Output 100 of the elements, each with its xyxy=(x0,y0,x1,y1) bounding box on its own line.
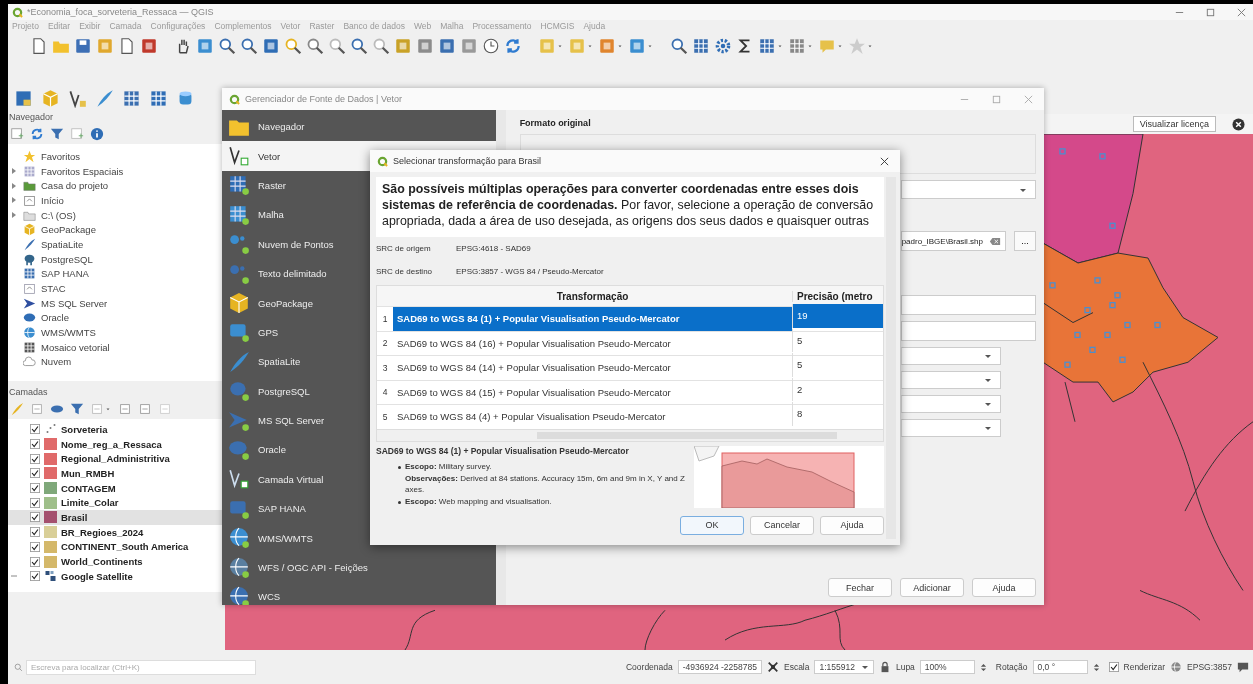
grid-icon[interactable] xyxy=(149,88,168,108)
browser-item[interactable]: PostgreSQL xyxy=(41,253,93,265)
browser-item[interactable]: GeoPackage xyxy=(41,224,96,236)
browser-item[interactable]: Favoritos Espaciais xyxy=(41,165,124,177)
locator-search-field[interactable]: Escreva para localizar (Ctrl+K) xyxy=(26,659,256,675)
layer-row[interactable]: Sorveteria xyxy=(8,422,225,437)
zoom-out-icon[interactable] xyxy=(240,37,258,55)
magnifier-icon[interactable] xyxy=(284,37,302,55)
browser-item[interactable]: SpatiaLite xyxy=(41,238,84,250)
table-row[interactable]: 2 SAD69 to WGS 84 (16) + Popular Visualisation Pseudo-Mercator 5 xyxy=(377,330,883,355)
info-icon[interactable] xyxy=(90,127,104,141)
table-row[interactable]: 3 SAD69 to WGS 84 (14) + Popular Visualisation Pseudo-Mercator 5 xyxy=(377,355,883,380)
layer-row[interactable]: Regional_Administritiva xyxy=(8,451,225,467)
expand-arrow-icon[interactable] xyxy=(10,211,18,220)
browser-item[interactable]: Oracle xyxy=(41,312,69,324)
layer-row[interactable]: CONTAGEM xyxy=(8,480,225,496)
dialog-button[interactable]: Adicionar xyxy=(900,578,964,597)
layer-checkbox[interactable] xyxy=(30,512,40,523)
text-field[interactable] xyxy=(900,295,1036,315)
browser-item[interactable]: WMS/WMTS xyxy=(41,327,96,339)
collapse-icon[interactable] xyxy=(70,127,84,141)
source-type-item[interactable]: WFS / OGC API - Feições xyxy=(222,552,496,583)
dropdown[interactable] xyxy=(900,419,1001,437)
vector-icon[interactable] xyxy=(68,88,87,108)
layer-checkbox[interactable] xyxy=(30,497,40,508)
layer-row[interactable]: BR_Regioes_2024 xyxy=(8,524,225,540)
scale-field[interactable]: 1:155912 xyxy=(814,660,874,674)
file-path-field[interactable]: padro_IBGE\Brasil.shp xyxy=(900,231,1006,251)
gear-icon[interactable] xyxy=(714,37,732,55)
report-icon[interactable] xyxy=(118,37,136,55)
layer-checkbox[interactable] xyxy=(30,527,40,538)
coordinate-field[interactable]: -4936924 -2258785 xyxy=(677,660,762,674)
table-row[interactable]: 4 SAD69 to WGS 84 (15) + Popular Visualisation Pseudo-Mercator 2 xyxy=(377,379,883,404)
magnifier-icon[interactable] xyxy=(350,37,368,55)
layer-row[interactable]: Limite_Colar xyxy=(8,495,225,511)
dropdown[interactable] xyxy=(900,180,1036,199)
layer-checkbox[interactable] xyxy=(30,483,40,494)
layer-row[interactable]: Mun_RMBH xyxy=(8,466,225,481)
source-type-item[interactable]: Navegador xyxy=(222,112,496,142)
table-icon[interactable] xyxy=(416,37,434,55)
layer-row[interactable]: World_Continents xyxy=(8,554,225,569)
expand-icon[interactable] xyxy=(118,402,132,416)
grid-icon[interactable] xyxy=(758,37,776,55)
close-icon[interactable] xyxy=(1232,117,1245,131)
spin-arrows-icon[interactable] xyxy=(979,661,987,673)
grid-icon[interactable] xyxy=(692,37,710,55)
browser-item[interactable]: Casa do projeto xyxy=(41,180,109,192)
dialog-button[interactable]: Ajuda xyxy=(972,578,1036,597)
speech-bubble-icon[interactable] xyxy=(1237,661,1249,673)
browser-item[interactable]: Início xyxy=(41,194,64,206)
magnifier-icon[interactable] xyxy=(328,37,346,55)
feather-icon[interactable] xyxy=(95,88,114,108)
refresh-icon[interactable] xyxy=(504,37,522,55)
column-header[interactable]: Transformação xyxy=(393,290,792,302)
layer-row[interactable]: Brasil xyxy=(8,510,225,525)
magnifier-field[interactable]: 100% xyxy=(919,660,975,674)
layer-checkbox[interactable] xyxy=(30,556,40,567)
star-icon[interactable] xyxy=(848,37,866,55)
render-checkbox[interactable] xyxy=(1108,662,1119,672)
add-icon[interactable] xyxy=(10,127,24,141)
browser-item[interactable]: STAC xyxy=(41,283,66,295)
document-icon[interactable] xyxy=(30,37,48,55)
magnifier-icon[interactable] xyxy=(306,37,324,55)
clear-icon[interactable] xyxy=(989,236,1001,246)
layer-checkbox[interactable] xyxy=(30,571,40,582)
crs-label[interactable]: EPSG:3857 xyxy=(1187,662,1232,672)
stack-icon[interactable] xyxy=(30,402,44,416)
refresh-icon[interactable] xyxy=(30,127,44,141)
extents-icon[interactable] xyxy=(766,661,779,673)
expand-arrow-icon[interactable] xyxy=(10,196,18,205)
layer-checkbox[interactable] xyxy=(30,468,40,479)
browse-button[interactable]: ... xyxy=(1014,231,1036,251)
spin-arrows-icon[interactable] xyxy=(1092,661,1100,673)
text-field[interactable] xyxy=(900,321,1036,341)
layer-row[interactable]: CONTINENT_South America xyxy=(8,539,225,555)
browser-item[interactable]: Nuvem xyxy=(41,356,72,368)
dropdown[interactable] xyxy=(900,371,1001,389)
layer-checkbox[interactable] xyxy=(30,439,40,450)
grid-icon[interactable] xyxy=(788,37,806,55)
maximize-icon[interactable] xyxy=(991,93,1002,105)
layer-checkbox[interactable] xyxy=(30,541,40,552)
browser-item[interactable]: C:\ (OS) xyxy=(41,209,76,221)
expand-arrow-icon[interactable] xyxy=(10,181,18,190)
expand-arrow-icon[interactable] xyxy=(10,167,18,176)
dropdown[interactable] xyxy=(900,395,1001,413)
table-row[interactable]: 1 SAD69 to WGS 84 (1) + Popular Visualisation Pseudo-Mercator 19 xyxy=(377,306,883,331)
filter-icon[interactable] xyxy=(50,127,64,141)
clock-icon[interactable] xyxy=(482,37,500,55)
layer-checkbox[interactable] xyxy=(30,453,40,464)
dialog-button[interactable]: Fechar xyxy=(828,578,892,597)
chip-icon[interactable] xyxy=(122,88,141,108)
collapse-icon[interactable] xyxy=(138,402,152,416)
dialog-button[interactable]: Cancelar xyxy=(750,515,814,535)
layer-checkbox[interactable] xyxy=(30,424,40,435)
close-icon[interactable] xyxy=(879,155,890,167)
globe-icon[interactable] xyxy=(1170,661,1183,673)
zoom-in-icon[interactable] xyxy=(218,37,236,55)
shapes-icon[interactable] xyxy=(140,37,158,55)
magnifier-icon[interactable] xyxy=(372,37,390,55)
layers-icon[interactable] xyxy=(14,88,33,108)
